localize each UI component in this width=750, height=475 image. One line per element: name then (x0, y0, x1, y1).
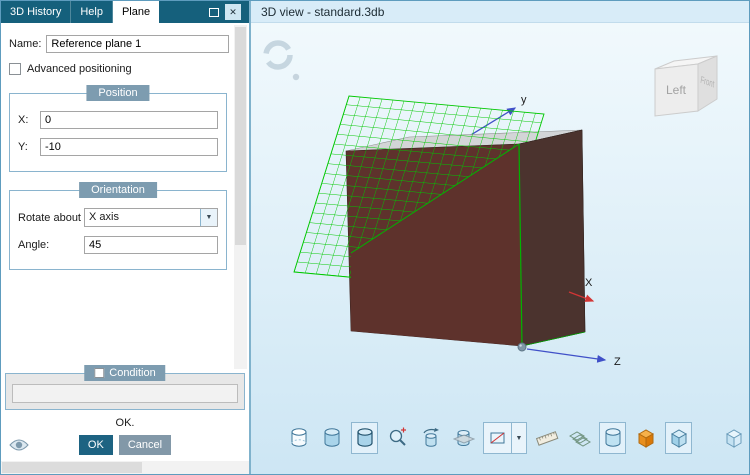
name-input[interactable] (46, 35, 229, 53)
3d-view-panel: 3D view - standard.3db Left Front y X Z … (251, 1, 749, 474)
app-window: 3D History Help Plane ✕ Name: Advanced p… (0, 0, 750, 475)
window-icons: ✕ (209, 1, 249, 23)
view-rotate-cylinder-button[interactable] (417, 422, 444, 454)
view-mode-combo[interactable]: ▼ (483, 422, 527, 454)
dialog-buttons: OK Cancel (1, 432, 249, 461)
rotate-about-dropdown[interactable]: X axis ▼ (84, 208, 218, 227)
tab-help[interactable]: Help (71, 1, 113, 23)
view-shaded-edges-cylinder-button[interactable] (351, 422, 378, 454)
horizontal-scrollbar-thumb[interactable] (2, 462, 142, 473)
zoom-magnifier-button[interactable] (384, 422, 411, 454)
3d-view-title: 3D view - standard.3db (261, 4, 385, 19)
view-mode-chevron-down-icon[interactable]: ▼ (511, 423, 526, 453)
section-view-cylinder-button[interactable] (450, 422, 477, 454)
form-scroll-area: Name: Advanced positioning Position X: Y… (1, 23, 249, 371)
position-y-row: Y: (18, 138, 218, 156)
rotate-about-label: Rotate about (18, 211, 81, 224)
view-shaded-cylinder-button[interactable] (318, 422, 345, 454)
panel-tabbar: 3D History Help Plane ✕ (1, 1, 249, 23)
position-x-label: X: (18, 114, 29, 126)
advanced-positioning-checkbox[interactable] (9, 63, 21, 75)
angle-row: Angle: (18, 236, 218, 254)
status-text: OK. (115, 417, 135, 429)
z-axis-line (526, 348, 607, 363)
3d-viewport[interactable]: Left Front y X Z (251, 23, 749, 414)
render-quality-cylinder-button[interactable] (599, 422, 626, 454)
view-mode-icon (484, 423, 511, 453)
plane-form: Name: Advanced positioning Position X: Y… (1, 23, 234, 371)
cube-side-face (518, 129, 586, 347)
orbit-compass-icon[interactable] (263, 40, 300, 81)
nav-cube-left-label: Left (666, 83, 687, 97)
rotate-about-row: Rotate about X axis ▼ (18, 208, 218, 227)
advanced-positioning-row: Advanced positioning (9, 63, 229, 75)
angle-input[interactable] (84, 236, 218, 254)
tab-plane[interactable]: Plane (112, 1, 160, 23)
angle-label: Angle: (18, 239, 50, 251)
z-axis-label: Z (614, 356, 621, 368)
position-group: Position X: Y: (9, 85, 227, 172)
position-group-title: Position (86, 85, 150, 101)
measure-ruler-button[interactable] (533, 422, 560, 454)
float-window-icon[interactable] (209, 7, 219, 17)
horizontal-scrollbar[interactable] (1, 461, 249, 474)
condition-input[interactable] (12, 384, 238, 403)
position-x-input[interactable] (40, 111, 218, 129)
x-axis-label: X (585, 277, 593, 289)
name-row: Name: (9, 35, 229, 53)
3d-scene: Left Front y X Z (263, 40, 718, 368)
vertical-scrollbar[interactable] (234, 25, 247, 369)
active-part-cube-button[interactable] (665, 422, 692, 454)
vertical-scrollbar-thumb[interactable] (235, 27, 246, 245)
new-part-cube-button[interactable] (720, 422, 747, 454)
plane-dialog-panel: 3D History Help Plane ✕ Name: Advanced p… (1, 1, 251, 474)
condition-label: Condition (109, 367, 156, 379)
hatch-grid-button[interactable] (566, 422, 593, 454)
3d-view-titlebar: 3D view - standard.3db (251, 1, 749, 23)
position-y-label: Y: (18, 141, 28, 153)
chevron-down-icon[interactable]: ▼ (200, 209, 217, 226)
origin-point-sphere[interactable] (517, 342, 527, 352)
ok-button[interactable]: OK (78, 435, 113, 455)
tab-3d-history[interactable]: 3D History (1, 1, 72, 23)
navigation-cube[interactable]: Left Front (654, 55, 718, 117)
condition-checkbox[interactable] (94, 368, 105, 378)
y-axis-label: y (521, 94, 527, 106)
visibility-eye-icon[interactable] (9, 438, 29, 455)
rotate-about-value: X axis (89, 211, 119, 223)
orientation-group: Orientation Rotate about X axis ▼ Angle: (9, 182, 227, 270)
close-icon[interactable]: ✕ (225, 4, 241, 20)
advanced-positioning-label: Advanced positioning (27, 63, 132, 75)
condition-group: Condition (5, 365, 245, 410)
name-label: Name: (9, 38, 42, 50)
view-hidden-line-cylinder-button[interactable] (285, 422, 312, 454)
position-y-input[interactable] (40, 138, 218, 156)
cancel-button[interactable]: Cancel (118, 435, 172, 455)
view-toolbar: ▼ (251, 414, 749, 474)
orientation-group-title: Orientation (79, 182, 157, 198)
position-x-row: X: (18, 111, 218, 129)
solid-model-cube-button[interactable] (632, 422, 659, 454)
origin-point-highlight (519, 344, 522, 347)
condition-group-title: Condition (84, 365, 166, 381)
